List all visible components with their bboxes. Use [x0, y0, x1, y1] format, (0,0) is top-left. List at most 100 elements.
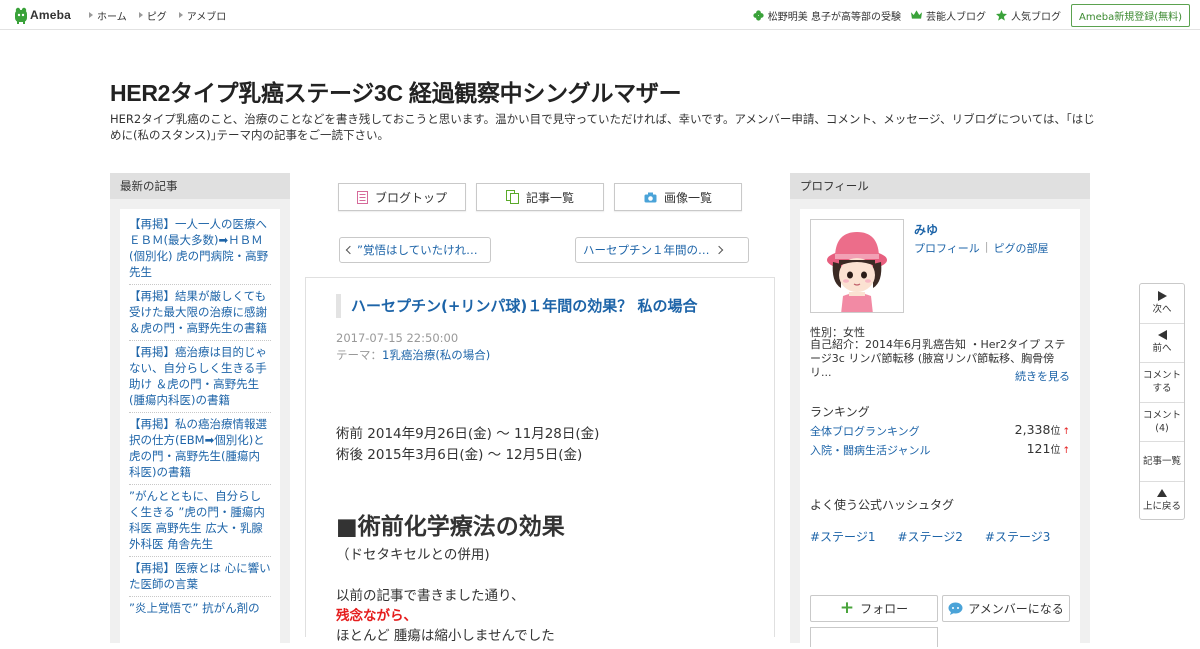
side-comment-button[interactable]: コメント する [1140, 363, 1184, 403]
nav-ameblo[interactable]: アメブロ [178, 8, 227, 23]
side-comment-label-2: する [1152, 383, 1172, 395]
entry-subheading: （ドセタキセルとの併用) [336, 547, 490, 563]
ranking-unit: 位 [1050, 445, 1061, 456]
article-list-button[interactable]: 記事一覧 [476, 183, 604, 211]
up-arrow-icon: ↑ [1062, 427, 1070, 437]
hashtag-link[interactable]: #ステージ1 [810, 528, 875, 545]
article-link[interactable]: 【再掲】一人一人の医療へ ＥＢＭ(最大多数)➡ＨＢＭ(個別化) 虎の門病院・高野… [129, 213, 271, 285]
ranking-number: 2,338 [1014, 422, 1051, 437]
ranking-unit: 位 [1050, 426, 1061, 437]
side-comments-label-2: (4) [1155, 422, 1169, 434]
article-list-label: 記事一覧 [525, 190, 574, 205]
ranking-row: 入院・闘病生活ジャンル 121位 ↑ [810, 441, 1070, 457]
nav-ameblo-label: アメブロ [186, 11, 227, 23]
ranking-value: 121位 ↑ [1027, 441, 1070, 456]
image-list-button[interactable]: 画像一覧 [614, 183, 742, 211]
blog-top-button[interactable]: ブログトップ [338, 183, 466, 211]
nav-pigg[interactable]: ピグ [138, 8, 167, 23]
entry-title[interactable]: ハーセプチン(+リンパ球)１年間の効果？ 私の場合 [336, 294, 698, 318]
profile-heading: プロフィール [790, 173, 1090, 199]
blog-title[interactable]: HER2タイプ乳癌ステージ3C 経過観察中シングルマザー [110, 74, 682, 108]
side-next-label: 次へ [1152, 303, 1172, 315]
ameba-mascot-icon [15, 7, 27, 24]
triangle-icon [89, 12, 93, 18]
entry-theme: テーマ：1乳癌治療(私の場合) [336, 347, 490, 363]
profile-name[interactable]: みゆ [914, 221, 938, 238]
more-button[interactable] [810, 627, 938, 647]
chevron-right-icon [714, 245, 723, 255]
profile-panel: プロフィール みゆ プロフィール | ピグの部屋 性別：女性 自己紹介：2014… [790, 173, 1090, 649]
copy-icon [505, 190, 519, 204]
side-prev-label: 前へ [1152, 343, 1172, 355]
latest-articles-panel: 最新の記事 【再掲】一人一人の医療へ ＥＢＭ(最大多数)➡ＨＢＭ(個別化) 虎の… [110, 173, 290, 649]
speech-bubble-icon [948, 602, 963, 615]
prev-article-label: ”覚悟はしていたけれ… [357, 243, 478, 257]
profile-body: みゆ プロフィール | ピグの部屋 性別：女性 自己紹介：2014年6月乳癌告知… [800, 209, 1080, 649]
ranking-heading: ランキング [810, 405, 870, 419]
floating-side-nav: 次へ 前へ コメント する コメント (4) 記事一覧 上に戻る [1139, 283, 1185, 520]
camera-icon [644, 192, 657, 202]
pigg-room-link[interactable]: ピグの部屋 [994, 240, 1049, 256]
side-comments-button[interactable]: コメント (4) [1140, 403, 1184, 442]
profile-links: プロフィール | ピグの部屋 [914, 240, 1049, 256]
clover-icon [753, 9, 764, 21]
side-comment-label-1: コメント [1142, 370, 1181, 382]
side-top-label: 上に戻る [1142, 501, 1181, 513]
latest-articles-list: 【再掲】一人一人の医療へ ＥＢＭ(最大多数)➡ＨＢＭ(個別化) 虎の門病院・高野… [120, 209, 280, 649]
plus-icon: + [839, 598, 855, 618]
blog-top-label: ブログトップ [374, 190, 447, 205]
play-right-icon [1157, 290, 1167, 301]
crown-icon [910, 10, 922, 19]
follow-button[interactable]: + フォロー [810, 595, 938, 622]
link-separator: | [984, 240, 989, 253]
article-link[interactable]: 【再掲】私の癌治療情報選択の仕方(EBM➡個別化)と虎の門・高野先生(腫瘍内科医… [129, 413, 271, 485]
ranking-name[interactable]: 入院・闘病生活ジャンル [810, 442, 930, 458]
prev-article-button[interactable]: ”覚悟はしていたけれ… [339, 237, 491, 263]
article-link[interactable]: ”がんとともに、自分らしく生きる ”虎の門・腫瘍内科医 高野先生 広大・乳腺外科… [129, 485, 271, 557]
side-article-list-button[interactable]: 記事一覧 [1140, 442, 1184, 482]
register-button[interactable]: Ameba新規登録(無料) [1070, 3, 1190, 27]
popular-blog-label: 人気ブログ [1010, 11, 1061, 23]
article-link[interactable]: 【再掲】医療とは 心に響いた医師の言葉 [129, 557, 271, 597]
latest-articles-heading: 最新の記事 [110, 173, 290, 199]
side-article-list-label: 記事一覧 [1142, 455, 1181, 467]
read-more-link[interactable]: 続きを見る [1015, 368, 1070, 384]
entry-theme-prefix: テーマ： [336, 348, 382, 362]
entry-date: 2017-07-15 22:50:00 [336, 331, 459, 345]
article-link[interactable]: 【再掲】結果が厳しくても受けた最大限の治療に感謝 ＆虎の門・高野先生の書籍 [129, 285, 271, 341]
popular-blog-link[interactable]: 人気ブログ [995, 8, 1061, 23]
side-top-button[interactable]: 上に戻る [1140, 482, 1184, 522]
ameba-logo[interactable]: Ameba [14, 6, 71, 24]
follow-label: フォロー [860, 602, 909, 616]
nav-pigg-label: ピグ [146, 11, 167, 23]
celebrity-blog-label: 芸能人ブログ [925, 11, 986, 23]
amember-button[interactable]: アメンバーになる [942, 595, 1070, 622]
hashtag-list: #ステージ1 #ステージ2 #ステージ3 [810, 528, 1050, 545]
article-link[interactable]: 【再掲】癌治療は目的じゃない、自分らしく生きる手助け ＆虎の門・高野先生(腫瘍内… [129, 341, 271, 413]
side-prev-button[interactable]: 前へ [1140, 324, 1184, 363]
hashtags-heading: よく使う公式ハッシュタグ [810, 498, 955, 512]
hashtag-link[interactable]: #ステージ2 [897, 528, 962, 545]
top-nav: ホーム ピグ アメブロ [89, 0, 238, 30]
triangle-icon [138, 12, 143, 18]
celebrity-blog-link[interactable]: 芸能人ブログ [910, 8, 986, 23]
entry-red-text: 残念ながら、 [336, 608, 417, 624]
avatar[interactable] [810, 219, 904, 313]
entry-paragraph: ほとんど 腫瘍は縮小しませんでした [336, 628, 555, 644]
trending-link[interactable]: 松野明美 息子が高等部の受験 [753, 8, 901, 23]
entry-section-heading: ■術前化学療法の効果 [336, 514, 565, 540]
article-link[interactable]: ”炎上覚悟で” 抗がん剤の [129, 597, 271, 620]
nav-home[interactable]: ホーム [89, 8, 127, 23]
star-icon [995, 9, 1007, 21]
logo-text: Ameba [30, 8, 72, 22]
entry-paragraph: 以前の記事で書きました通り、 [336, 588, 525, 604]
ranking-name[interactable]: 全体ブログランキング [810, 423, 920, 439]
blog-description: HER2タイプ乳癌のこと、治療のことなどを書き残しておこうと思います。温かい目で… [110, 112, 1095, 142]
side-next-button[interactable]: 次へ [1140, 284, 1184, 324]
hashtag-link[interactable]: #ステージ3 [985, 528, 1050, 545]
next-article-button[interactable]: ハーセプチン１年間の… [575, 237, 749, 263]
trending-label: 松野明美 息子が高等部の受験 [767, 11, 901, 23]
play-left-icon [1157, 330, 1167, 341]
profile-link[interactable]: プロフィール [914, 240, 980, 256]
entry-theme-link[interactable]: 1乳癌治療(私の場合) [382, 348, 490, 362]
